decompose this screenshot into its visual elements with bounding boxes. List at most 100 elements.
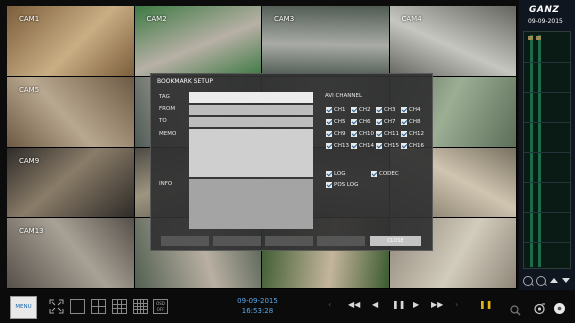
checkbox-checked-icon [401,143,407,149]
dialog-button-1[interactable] [161,236,209,246]
timeline-date: 09-09-2015 [528,18,563,25]
channel-checkbox[interactable]: CH7 [376,119,395,125]
fullscreen-icon[interactable] [49,299,64,314]
disc-icon[interactable] [553,300,566,319]
fast-forward-icon[interactable]: ▶▶ [431,300,443,310]
channel-checkbox[interactable]: CH15 [376,143,399,149]
previous-icon[interactable]: ‹ [328,300,331,310]
to-label: TO [159,118,167,124]
nine-view-icon[interactable] [112,299,127,314]
search-icon[interactable] [510,301,521,320]
next-icon[interactable]: › [455,300,458,310]
channel-checkbox[interactable]: CH4 [401,107,420,113]
close-button[interactable]: CLOSE [370,236,421,246]
channel-checkbox[interactable]: CH2 [351,107,370,113]
channel-checkbox[interactable]: CH13 [326,143,349,149]
timeline-panel: GANZ 09-09-2015 [519,0,575,290]
pause-indicator-icon[interactable]: ❚❚ [479,300,492,310]
timeline-tick [524,212,570,213]
single-view-icon[interactable] [70,299,85,314]
checkbox-checked-icon [326,107,332,113]
timeline-tick [524,242,570,243]
step-forward-icon[interactable]: ▶ [413,300,419,310]
camera-label: CAM5 [19,85,40,94]
channel-checkbox[interactable]: CH11 [376,131,399,137]
channel-checkbox[interactable]: CH16 [401,143,424,149]
timeline-track [538,35,541,267]
checkbox-checked-icon [401,119,407,125]
quad-view-icon[interactable] [91,299,106,314]
brand-logo: GANZ [529,5,560,15]
zoom-out-icon[interactable] [523,276,533,286]
channel-checkbox[interactable]: CH8 [401,119,420,125]
checkbox-checked-icon [371,171,377,177]
camera-tile[interactable]: CAM13 [7,218,134,288]
channel-checkbox[interactable]: CH3 [376,107,395,113]
scroll-up-icon[interactable] [550,278,558,283]
osd-toggle-button[interactable]: OSD OFF [153,299,168,314]
log-checkbox[interactable]: LOG [326,171,345,177]
timeline-track [530,35,533,267]
menu-button[interactable]: MENU [10,296,37,319]
timeline-tick [524,122,570,123]
memo-textarea[interactable] [189,129,313,177]
pause-icon[interactable]: ❚❚ [392,300,405,310]
checkbox-checked-icon [401,107,407,113]
camera-tile[interactable]: CAM5 [7,76,134,147]
codec-checkbox[interactable]: CODEC [371,171,399,177]
checkbox-checked-icon [351,119,357,125]
timeline-bar[interactable] [523,31,571,269]
channel-checkbox[interactable]: CH5 [326,119,345,125]
zoom-in-icon[interactable] [536,276,546,286]
timeline-marker [528,36,533,40]
sixteen-view-icon[interactable] [133,299,148,314]
checkbox-checked-icon [351,131,357,137]
channel-checkbox[interactable]: CH12 [401,131,424,137]
memo-label: MEMO [159,131,177,137]
camera-tile[interactable]: CAM2 [134,6,261,76]
channel-checkbox[interactable]: CH1 [326,107,345,113]
channel-checkbox[interactable]: CH6 [351,119,370,125]
channel-checkbox[interactable]: CH10 [351,131,374,137]
dialog-button-4[interactable] [317,236,365,246]
timeline-tick [524,92,570,93]
from-field[interactable] [189,105,313,115]
info-area [189,179,313,229]
camera-tile[interactable]: CAM3 [262,6,389,76]
checkbox-checked-icon [326,171,332,177]
timeline-marker [536,36,541,40]
pos-log-checkbox[interactable]: POS LOG [326,182,358,188]
camera-tile[interactable]: CAM9 [7,147,134,218]
channel-checkbox[interactable]: CH9 [326,131,345,137]
playback-time: 16:53:28 [241,307,274,315]
from-label: FROM [159,106,176,112]
camera-label: CAM3 [274,15,295,23]
checkbox-checked-icon [326,119,332,125]
dialog-title: BOOKMARK SETUP [157,78,213,85]
checkbox-checked-icon [351,107,357,113]
channel-checkbox[interactable]: CH14 [351,143,374,149]
checkbox-checked-icon [326,131,332,137]
scroll-down-icon[interactable] [562,278,570,283]
camera-label: CAM4 [401,15,422,23]
checkbox-checked-icon [376,143,382,149]
tag-label: TAG [159,94,170,100]
checkbox-checked-icon [326,143,332,149]
step-back-icon[interactable]: ◀ [372,300,378,310]
camera-label: CAM1 [19,15,40,23]
dialog-button-3[interactable] [265,236,313,246]
checkbox-checked-icon [376,107,382,113]
playback-date: 09-09-2015 [237,297,278,305]
avi-channel-title: AVI CHANNEL [325,93,363,99]
to-field[interactable] [189,117,313,127]
bookmark-setup-dialog: BOOKMARK SETUP TAG FROM TO MEMO INFO AVI… [150,73,433,251]
camera-label: CAM9 [19,156,40,165]
camera-tile[interactable]: CAM1 [7,6,134,76]
timeline-tick [524,62,570,63]
camera-label: CAM13 [19,227,44,236]
tag-input[interactable] [189,92,313,103]
camera-icon[interactable] [533,300,546,319]
fast-rewind-icon[interactable]: ◀◀ [348,300,360,310]
camera-tile[interactable]: CAM4 [389,6,516,76]
dialog-button-2[interactable] [213,236,261,246]
